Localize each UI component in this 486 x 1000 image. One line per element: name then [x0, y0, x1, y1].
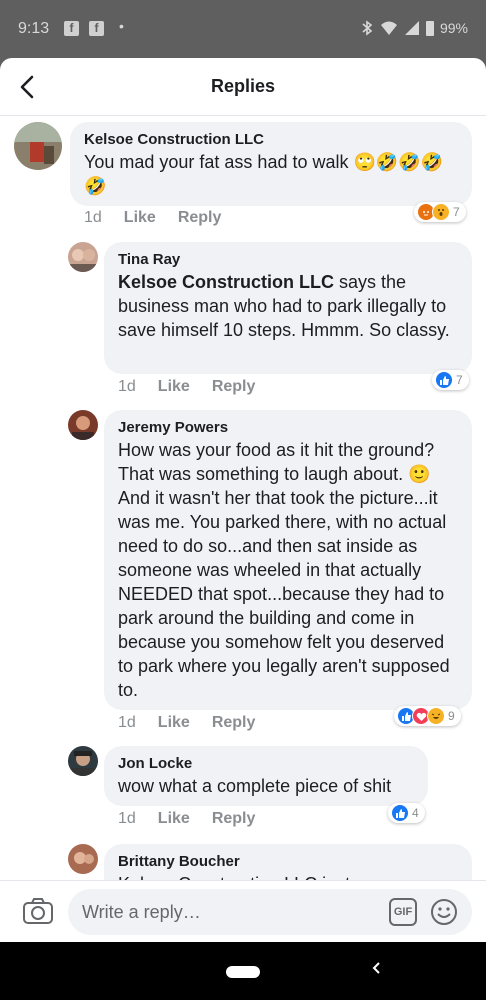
avatar[interactable] — [68, 746, 98, 776]
comment-text: Kelsoe Construction LLC says the busines… — [118, 270, 458, 342]
like-link[interactable]: Like — [158, 714, 190, 732]
facebook-notification-icon: f — [89, 21, 104, 36]
reaction-count: 9 — [448, 709, 455, 723]
comment-actions: 1d Like Reply — [118, 810, 255, 828]
replies-sheet: Replies Kelsoe Construction LLC You mad … — [0, 58, 486, 942]
reaction-summary[interactable]: 9 — [394, 706, 461, 726]
comment-time: 1d — [118, 714, 136, 731]
reply-link[interactable]: Reply — [178, 209, 222, 227]
header: Replies — [0, 58, 486, 116]
home-button[interactable] — [226, 966, 260, 978]
like-link[interactable]: Like — [124, 209, 156, 227]
comment-time: 1d — [118, 810, 136, 827]
like-link[interactable]: Like — [158, 810, 190, 828]
avatar[interactable] — [68, 410, 98, 440]
reaction-summary[interactable]: 4 — [388, 803, 425, 823]
comment-bubble: Jeremy Powers How was your food as it hi… — [104, 410, 472, 710]
notification-dot-icon: • — [119, 18, 124, 34]
avatar[interactable] — [68, 242, 98, 272]
haha-reaction-icon — [427, 707, 445, 725]
system-nav-bar — [0, 942, 486, 1000]
facebook-notification-icon: f — [64, 21, 79, 36]
reaction-summary[interactable]: 7 — [432, 370, 469, 390]
reply-link[interactable]: Reply — [212, 714, 256, 732]
comment-bubble: Kelsoe Construction LLC You mad your fat… — [70, 122, 472, 206]
reply-input[interactable] — [82, 902, 372, 923]
reaction-count: 7 — [453, 205, 460, 219]
reply-composer: GIF — [0, 880, 486, 942]
reply-link[interactable]: Reply — [212, 810, 256, 828]
comment-time: 1d — [84, 209, 102, 226]
reaction-summary[interactable]: 7 — [414, 202, 466, 222]
mention-link[interactable]: Kelsoe Construction LLC — [118, 272, 334, 292]
wifi-icon — [380, 21, 397, 35]
comment-text: wow what a complete piece of shit — [118, 776, 392, 796]
system-back-icon[interactable] — [370, 960, 382, 976]
comment-text: You mad your fat ass had to walk 🙄🤣🤣🤣🤣 — [84, 152, 444, 196]
gif-button[interactable]: GIF — [389, 898, 417, 926]
camera-icon[interactable] — [22, 897, 54, 925]
status-time: 9:13 — [18, 20, 50, 37]
comment-actions: 1d Like Reply — [118, 714, 255, 732]
like-reaction-icon — [391, 804, 409, 822]
reaction-count: 7 — [456, 373, 463, 387]
comment-author[interactable]: Jon Locke — [118, 754, 414, 774]
battery-icon — [425, 20, 434, 36]
status-bar: 9:13 f f • 99% — [0, 0, 486, 58]
reply-field: GIF — [68, 889, 472, 935]
wow-reaction-icon — [432, 203, 450, 221]
reply-link[interactable]: Reply — [212, 378, 256, 396]
comment-author[interactable]: Brittany Boucher — [118, 852, 458, 872]
comment-bubble: Jon Locke wow what a complete piece of s… — [104, 746, 428, 806]
reaction-count: 4 — [412, 806, 419, 820]
avatar[interactable] — [14, 122, 62, 170]
comment-actions: 1d Like Reply — [118, 378, 255, 396]
signal-icon — [404, 21, 419, 35]
comment-author[interactable]: Kelsoe Construction LLC — [84, 130, 458, 150]
comment-text: How was your food as it hit the ground? … — [118, 440, 450, 700]
like-reaction-icon — [435, 371, 453, 389]
emoji-icon[interactable] — [430, 898, 458, 926]
battery-percent: 99% — [439, 20, 468, 36]
comment-actions: 1d Like Reply — [84, 209, 221, 227]
avatar[interactable] — [68, 844, 98, 874]
comment-author[interactable]: Tina Ray — [118, 250, 458, 270]
comment-bubble: Tina Ray Kelsoe Construction LLC says th… — [104, 242, 472, 374]
comment-time: 1d — [118, 378, 136, 395]
page-title: Replies — [210, 76, 276, 96]
comment-author[interactable]: Jeremy Powers — [118, 418, 458, 438]
like-link[interactable]: Like — [158, 378, 190, 396]
bluetooth-icon — [362, 20, 373, 36]
system-icons: 99% — [360, 20, 468, 36]
